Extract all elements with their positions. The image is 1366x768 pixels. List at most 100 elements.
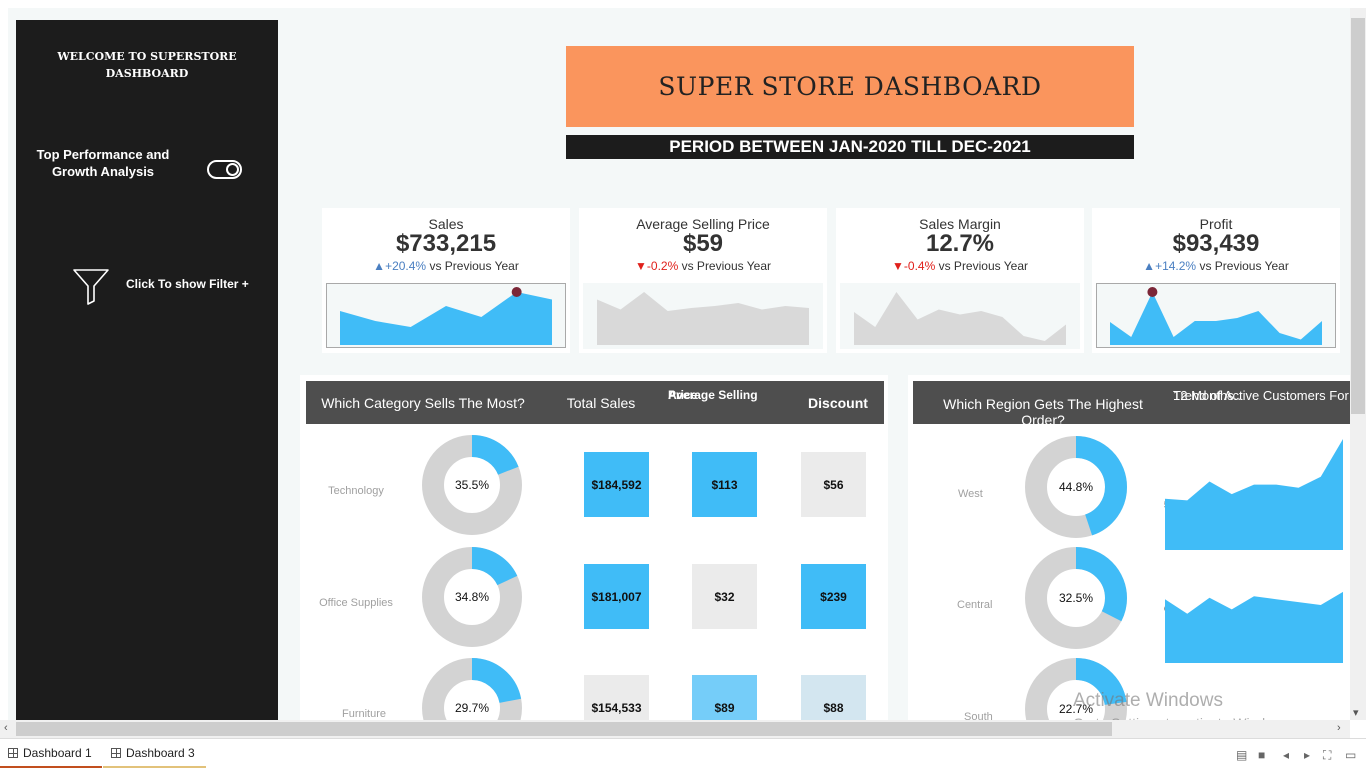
kpi-delta-value: +20.4% — [385, 259, 427, 273]
discount-header: Discount — [808, 395, 868, 411]
kpi-delta: ▼-0.2% vs Previous Year — [579, 259, 827, 273]
watermark-line-1: Activate Windows — [1073, 690, 1223, 711]
performance-toggle[interactable] — [207, 160, 242, 179]
kpi-value: 12.7% — [925, 230, 995, 257]
kpi-value: $93,439 — [1172, 230, 1260, 257]
kpi-value: $733,215 — [395, 230, 497, 257]
kpi-value: $59 — [682, 230, 724, 257]
horizontal-scrollbar[interactable]: ‹ › — [0, 720, 1350, 738]
scroll-left-arrow-icon[interactable]: ‹ — [4, 722, 8, 734]
kpi-delta: ▲+14.2% vs Previous Year — [1092, 259, 1340, 273]
total-sales-tile[interactable]: $181,007 — [584, 564, 649, 629]
category-donut-furniture[interactable]: 29.7% — [422, 658, 522, 720]
donut-percent: 34.8% — [455, 590, 489, 604]
show-tabs-icon[interactable]: ▤ — [1236, 748, 1247, 762]
period-label: PERIOD BETWEEN JAN-2020 TILL DEC-2021 — [566, 135, 1134, 159]
show-filter-button[interactable]: Click To show Filter + — [126, 277, 249, 291]
donut-percent: 29.7% — [455, 701, 489, 715]
region-donut-central[interactable]: 32.5% — [1025, 547, 1127, 649]
down-arrow-icon: ▼ — [892, 259, 904, 273]
scroll-right-arrow-icon[interactable]: › — [1337, 722, 1341, 734]
kpi-delta-suffix: vs Previous Year — [935, 259, 1028, 273]
kpi-delta-suffix: vs Previous Year — [426, 259, 519, 273]
west-trend-chart[interactable] — [1163, 435, 1350, 550]
welcome-title: WELCOME TO SUPERSTORE DASHBOARD — [16, 48, 278, 82]
region-question-header: Which Region Gets The Highest Order? — [943, 396, 1143, 428]
kpi-card-sales-margin: Sales Margin 12.7% ▼-0.4% vs Previous Ye… — [836, 208, 1084, 353]
region-label: Central — [957, 599, 993, 611]
kpi-card-sales: Sales $733,215 ▲+20.4% vs Previous Year — [322, 208, 570, 353]
total-sales-header: Total Sales — [566, 395, 636, 411]
tab-label: Dashboard 1 — [23, 746, 92, 760]
avg-price-tile[interactable]: $32 — [692, 564, 757, 629]
sales-margin-sparkline[interactable] — [840, 283, 1080, 349]
horizontal-scroll-thumb[interactable] — [16, 722, 1112, 736]
region-panel-header: Which Region Gets The Highest Order? Tre… — [913, 381, 1350, 428]
avg-price-sparkline[interactable] — [583, 283, 823, 349]
fit-to-screen-icon[interactable]: ⛶ — [1323, 748, 1331, 763]
vertical-scroll-thumb[interactable] — [1351, 18, 1365, 414]
down-arrow-icon: ▼ — [635, 259, 647, 273]
performance-line-1: Top Performance and — [36, 147, 170, 162]
category-question-header: Which Category Sells The Most? — [321, 395, 525, 411]
category-label: Furniture — [341, 708, 387, 720]
trend-header-line-2: 12 Months.. — [1173, 388, 1241, 403]
discount-tile[interactable]: $56 — [801, 452, 866, 517]
region-label: South — [964, 711, 993, 720]
total-sales-tile[interactable]: $184,592 — [584, 452, 649, 517]
donut-percent: 44.8% — [1059, 480, 1093, 494]
sparkline-highlight-point — [1147, 287, 1158, 297]
sales-sparkline[interactable] — [326, 283, 566, 349]
toggle-knob — [226, 163, 239, 176]
sidebar: WELCOME TO SUPERSTORE DASHBOARD Top Perf… — [16, 20, 278, 720]
category-label: Office Supplies — [319, 597, 393, 609]
dashboard-window: WELCOME TO SUPERSTORE DASHBOARD Top Perf… — [0, 0, 1366, 768]
kpi-card-profit: Profit $93,439 ▲+14.2% vs Previous Year — [1092, 208, 1340, 353]
dashboard-title: SUPER STORE DASHBOARD — [658, 72, 1042, 101]
discount-tile[interactable]: $88 — [801, 675, 866, 720]
sparkline-highlight-point — [511, 287, 522, 297]
scroll-down-arrow-icon[interactable]: ▾ — [1353, 706, 1359, 719]
up-arrow-icon: ▲ — [373, 259, 386, 273]
welcome-line-2: DASHBOARD — [105, 67, 189, 80]
filmstrip-icon[interactable]: ■ — [1258, 748, 1265, 762]
tab-dashboard-3[interactable]: Dashboard 3 — [103, 741, 206, 768]
performance-line-2: Growth Analysis — [51, 164, 155, 179]
performance-label: Top Performance and Growth Analysis — [28, 146, 178, 180]
category-panel: Which Category Sells The Most? Total Sal… — [300, 375, 888, 720]
welcome-line-1: WELCOME TO SUPERSTORE — [57, 50, 237, 63]
vertical-scrollbar[interactable]: ▾ — [1350, 8, 1366, 720]
filter-funnel-icon[interactable] — [72, 268, 110, 306]
dashboard-grid-icon — [111, 748, 121, 758]
kpi-delta: ▼-0.4% vs Previous Year — [836, 259, 1084, 273]
trend-area — [1165, 439, 1343, 550]
sheet-tab-bar: Dashboard 1 Dashboard 3 — [0, 738, 1366, 768]
central-trend-chart[interactable] — [1163, 585, 1350, 663]
avg-price-tile[interactable]: $89 — [692, 675, 757, 720]
profit-sparkline[interactable] — [1096, 283, 1336, 349]
dashboard-title-banner: SUPER STORE DASHBOARD — [566, 46, 1134, 127]
donut-percent: 35.5% — [455, 478, 489, 492]
kpi-delta-suffix: vs Previous Year — [1196, 259, 1289, 273]
total-sales-tile[interactable]: $154,533 — [584, 675, 649, 720]
category-label: Technology — [328, 485, 384, 497]
presentation-mode-icon[interactable]: ▭ — [1345, 748, 1356, 762]
tab-label: Dashboard 3 — [126, 746, 195, 760]
avg-price-tile[interactable]: $113 — [692, 452, 757, 517]
category-panel-header: Which Category Sells The Most? Total Sal… — [306, 381, 884, 424]
category-donut-office-supplies[interactable]: 34.8% — [422, 547, 522, 647]
kpi-delta-value: -0.4% — [903, 259, 936, 273]
region-donut-west[interactable]: 44.8% — [1025, 436, 1127, 538]
tab-dashboard-1[interactable]: Dashboard 1 — [0, 741, 102, 768]
discount-tile[interactable]: $239 — [801, 564, 866, 629]
avg-price-header-line-2: Price — [668, 388, 698, 402]
kpi-delta-value: -0.2% — [646, 259, 679, 273]
next-sheet-icon[interactable]: ▸ — [1304, 748, 1310, 762]
kpi-card-avg-selling-price: Average Selling Price $59 ▼-0.2% vs Prev… — [579, 208, 827, 353]
region-panel: Which Region Gets The Highest Order? Tre… — [908, 375, 1350, 720]
previous-sheet-icon[interactable]: ◂ — [1283, 748, 1289, 762]
dashboard-canvas: WELCOME TO SUPERSTORE DASHBOARD Top Perf… — [8, 8, 1350, 720]
category-donut-technology[interactable]: 35.5% — [422, 435, 522, 535]
trend-area — [1165, 591, 1343, 663]
kpi-delta-value: +14.2% — [1155, 259, 1197, 273]
